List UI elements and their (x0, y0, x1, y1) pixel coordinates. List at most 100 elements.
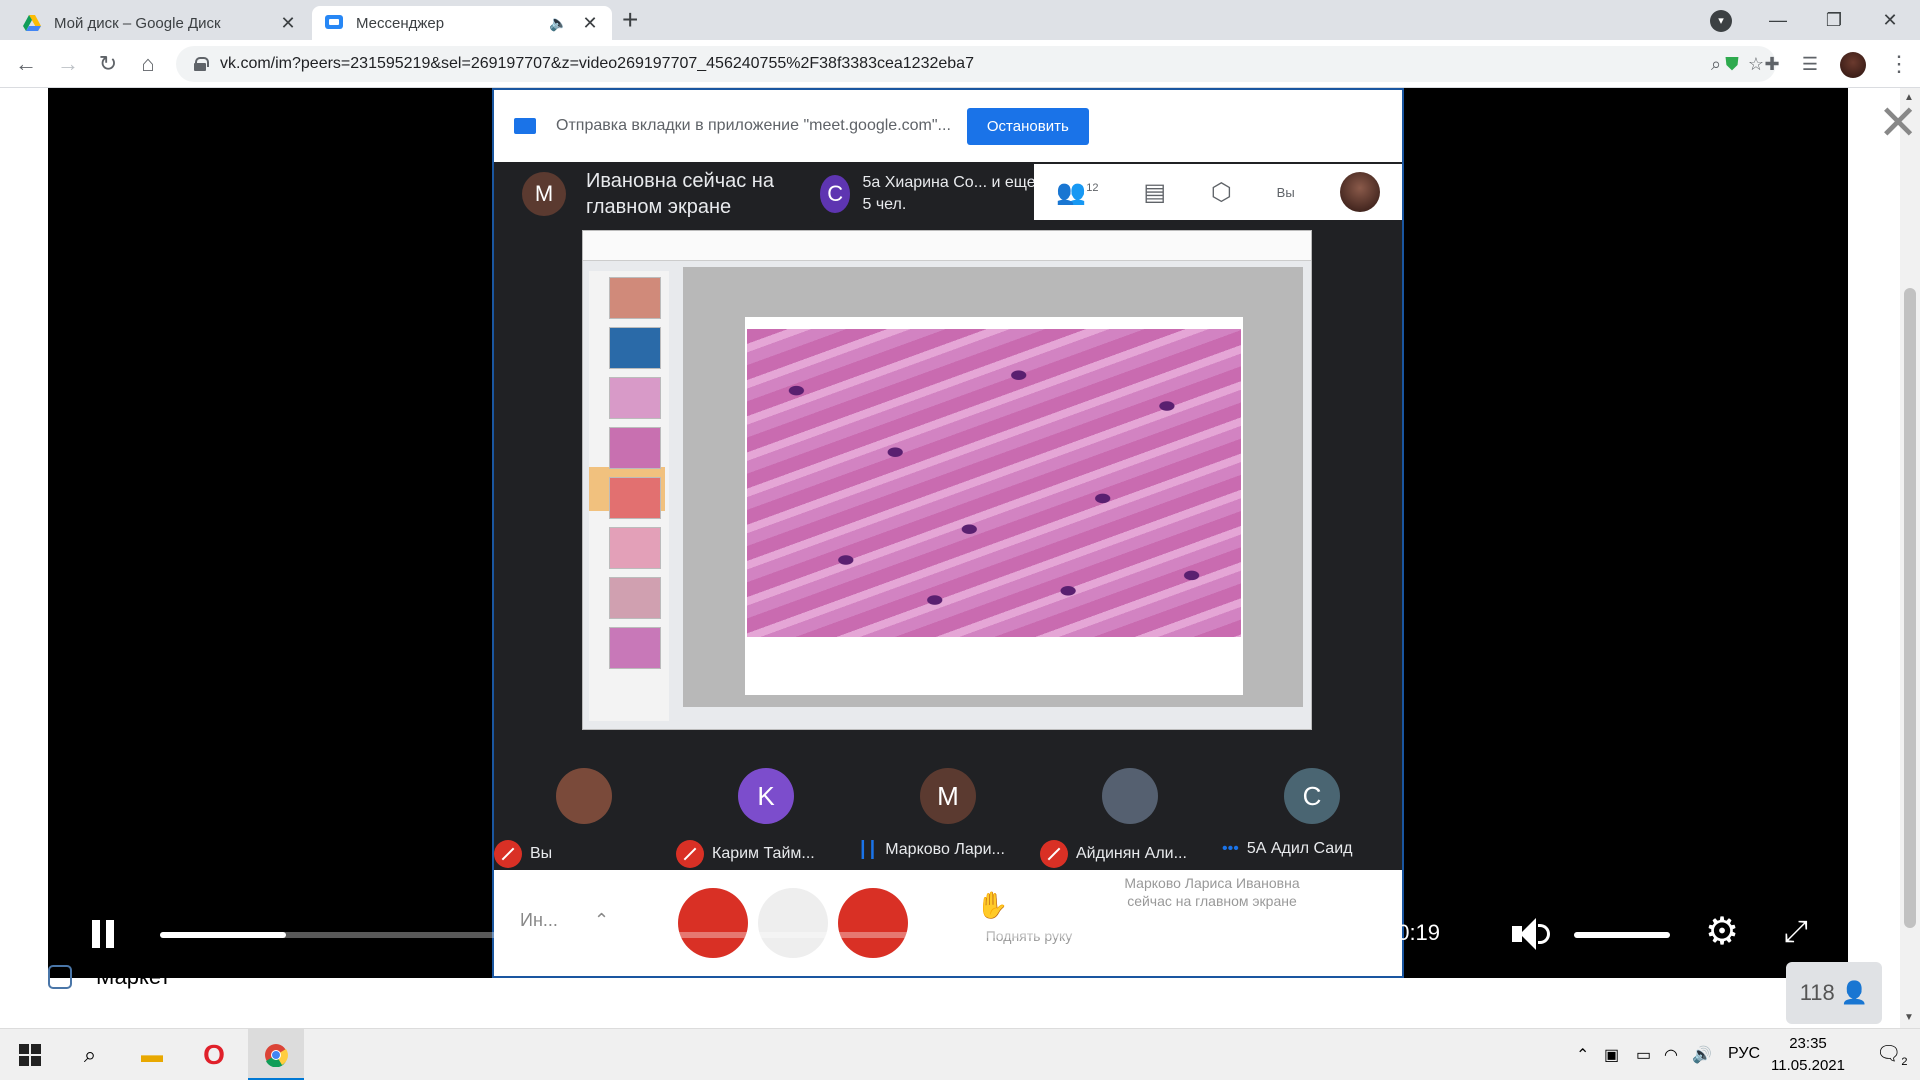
url-text[interactable]: vk.com/im?peers=231595219&sel=269197707&… (220, 55, 1696, 73)
participant-name: Марково Лари... (885, 841, 1005, 858)
mic-off-icon (1040, 840, 1068, 868)
home-button[interactable]: ⌂ (132, 48, 164, 80)
participant-tile: M ┃┃ Марково Лари... (858, 758, 1038, 868)
chrome-taskbar-icon[interactable] (248, 1029, 304, 1080)
video-frame[interactable]: Отправка вкладки в приложение "meet.goog… (492, 88, 1404, 978)
scroll-down-icon[interactable]: ▼ (1904, 1012, 1914, 1023)
google-drive-icon (22, 13, 42, 33)
lock-icon[interactable] (194, 57, 209, 71)
self-avatar (1339, 172, 1380, 212)
presenter-avatar: M (522, 172, 566, 216)
participant-tiles: Вы K Карим Тайм... M ┃┃ Марково Лари... А… (494, 758, 1402, 868)
participant-tile: C ••• 5А Адил Саид (1222, 758, 1402, 868)
meet-toolbar: 👥12 ▤ ⬡ Вы (1034, 164, 1402, 220)
tab-search-icon[interactable]: ▾ (1710, 10, 1732, 32)
restore-button[interactable]: ❐ (1814, 2, 1854, 38)
participant-name: 5А Адил Саид (1246, 840, 1353, 857)
search-icon[interactable]: ⌕ (62, 1029, 118, 1080)
page-scrollbar[interactable]: ▲ ▼ (1900, 88, 1920, 1028)
participant-name: Карим Тайм... (712, 845, 815, 862)
reading-list-icon[interactable]: ☰ (1798, 52, 1822, 76)
time-separator: / (1348, 920, 1367, 945)
volume-fill (1574, 932, 1670, 938)
volume-slider[interactable] (1574, 932, 1670, 938)
back-button[interactable]: ← (10, 48, 42, 80)
tab-google-drive[interactable]: Мой диск – Google Диск ✕ (10, 6, 310, 40)
wifi-icon[interactable]: ◠ (1664, 1045, 1678, 1065)
market-icon (48, 965, 72, 989)
profile-avatar[interactable] (1840, 52, 1866, 78)
shared-screen (582, 230, 1312, 730)
battery-icon[interactable]: ▭ (1636, 1045, 1651, 1065)
extensions-puzzle-icon[interactable]: ✚ (1760, 52, 1784, 76)
meet-top-bar: M Ивановна сейчас на главном экране C 5а… (494, 164, 1402, 224)
person-icon: 👤 (1840, 980, 1869, 1005)
participant-avatar: C (1284, 768, 1340, 824)
chat-icon: ▤ (1143, 178, 1167, 206)
mic-off-icon (494, 840, 522, 868)
slide-thumb (609, 527, 661, 569)
chip-text: 5а Хиарина Со... и еще 5 чел. (862, 174, 1036, 213)
tile-label-row: ┃┃ Марково Лари... (858, 840, 1038, 860)
sidebar-item-market[interactable]: Маркет (48, 964, 171, 990)
language-indicator[interactable]: РУС (1728, 1045, 1760, 1063)
close-icon[interactable]: ✕ (580, 13, 600, 34)
tile-label-row: Айдинян Али... (1040, 840, 1220, 868)
speaker-icon[interactable]: 🔊 (1692, 1045, 1712, 1065)
participant-tile: Вы (494, 758, 674, 868)
current-time: 24:35 (1292, 920, 1349, 945)
participants-chip: C 5а Хиарина Со... и еще 5 чел. (810, 166, 1040, 222)
opera-icon[interactable]: O (186, 1029, 242, 1080)
slide-thumb (609, 377, 661, 419)
clock-date: 11.05.2021 (1771, 1057, 1845, 1074)
participant-avatar (556, 768, 612, 824)
notifications-icon[interactable]: 🗨2 (1876, 1041, 1908, 1068)
close-icon[interactable]: ✕ (278, 13, 298, 34)
histology-image (747, 329, 1241, 637)
close-icon[interactable]: ✕ (1878, 100, 1918, 148)
cast-status-text: Отправка вкладки в приложение "meet.goog… (556, 117, 951, 134)
sidebar-item-label: Маркет (96, 964, 171, 989)
reload-button[interactable]: ↻ (92, 48, 124, 80)
viewers-count: 118 (1799, 980, 1835, 1005)
tile-label-row: Карим Тайм... (676, 840, 856, 868)
viewers-count-badge: 118 👤 (1786, 962, 1882, 1024)
more-dots-icon: ••• (1222, 840, 1239, 857)
tile-label-row: Вы (494, 840, 674, 868)
scroll-thumb[interactable] (1904, 288, 1916, 928)
cast-tab-icon (514, 118, 536, 134)
tab-title: Мессенджер (356, 14, 445, 32)
windows-start-icon[interactable] (2, 1029, 58, 1080)
chip-avatar: C (820, 175, 851, 213)
tray-overflow-icon[interactable]: ⌃ (1576, 1045, 1589, 1065)
tray-app-icon[interactable]: ▣ (1604, 1045, 1619, 1065)
window-close-button[interactable]: ✕ (1870, 2, 1910, 38)
file-explorer-icon[interactable]: ▬ (124, 1029, 180, 1080)
minimize-button[interactable]: — (1758, 2, 1798, 38)
ppt-ribbon (583, 231, 1311, 261)
tab-messenger[interactable]: Мессенджер 🔈 ✕ (312, 6, 612, 40)
address-bar[interactable]: vk.com/im?peers=231595219&sel=269197707&… (176, 46, 1776, 82)
forward-button[interactable]: → (52, 48, 84, 80)
speaking-icon: ┃┃ (858, 842, 878, 859)
chrome-menu-icon[interactable]: ⋮ (1888, 50, 1910, 78)
new-tab-button[interactable]: + (622, 6, 638, 34)
volume-icon[interactable] (1512, 918, 1552, 950)
tab-title: Мой диск – Google Диск (54, 14, 221, 32)
participant-avatar: M (920, 768, 976, 824)
fullscreen-icon[interactable]: ⤢ (1778, 914, 1814, 950)
slide-canvas (683, 267, 1303, 707)
audio-playing-icon[interactable]: 🔈 (549, 14, 568, 32)
tile-label-row: ••• 5А Адил Саид (1222, 840, 1402, 858)
self-label: Вы (1276, 184, 1295, 200)
shield-extension-icon[interactable]: ⛊ (1720, 52, 1744, 76)
slide-thumb (609, 477, 661, 519)
presenter-text: Ивановна сейчас на главном экране (586, 170, 774, 218)
pause-icon[interactable] (90, 920, 116, 948)
mic-off-icon (676, 840, 704, 868)
slide-thumb (609, 577, 661, 619)
progress-bar[interactable] (160, 932, 1272, 938)
vk-messenger-icon (324, 13, 344, 33)
gear-icon[interactable]: ⚙ (1702, 912, 1742, 952)
taskbar-clock[interactable]: 23:35 11.05.2021 (1760, 1033, 1856, 1077)
